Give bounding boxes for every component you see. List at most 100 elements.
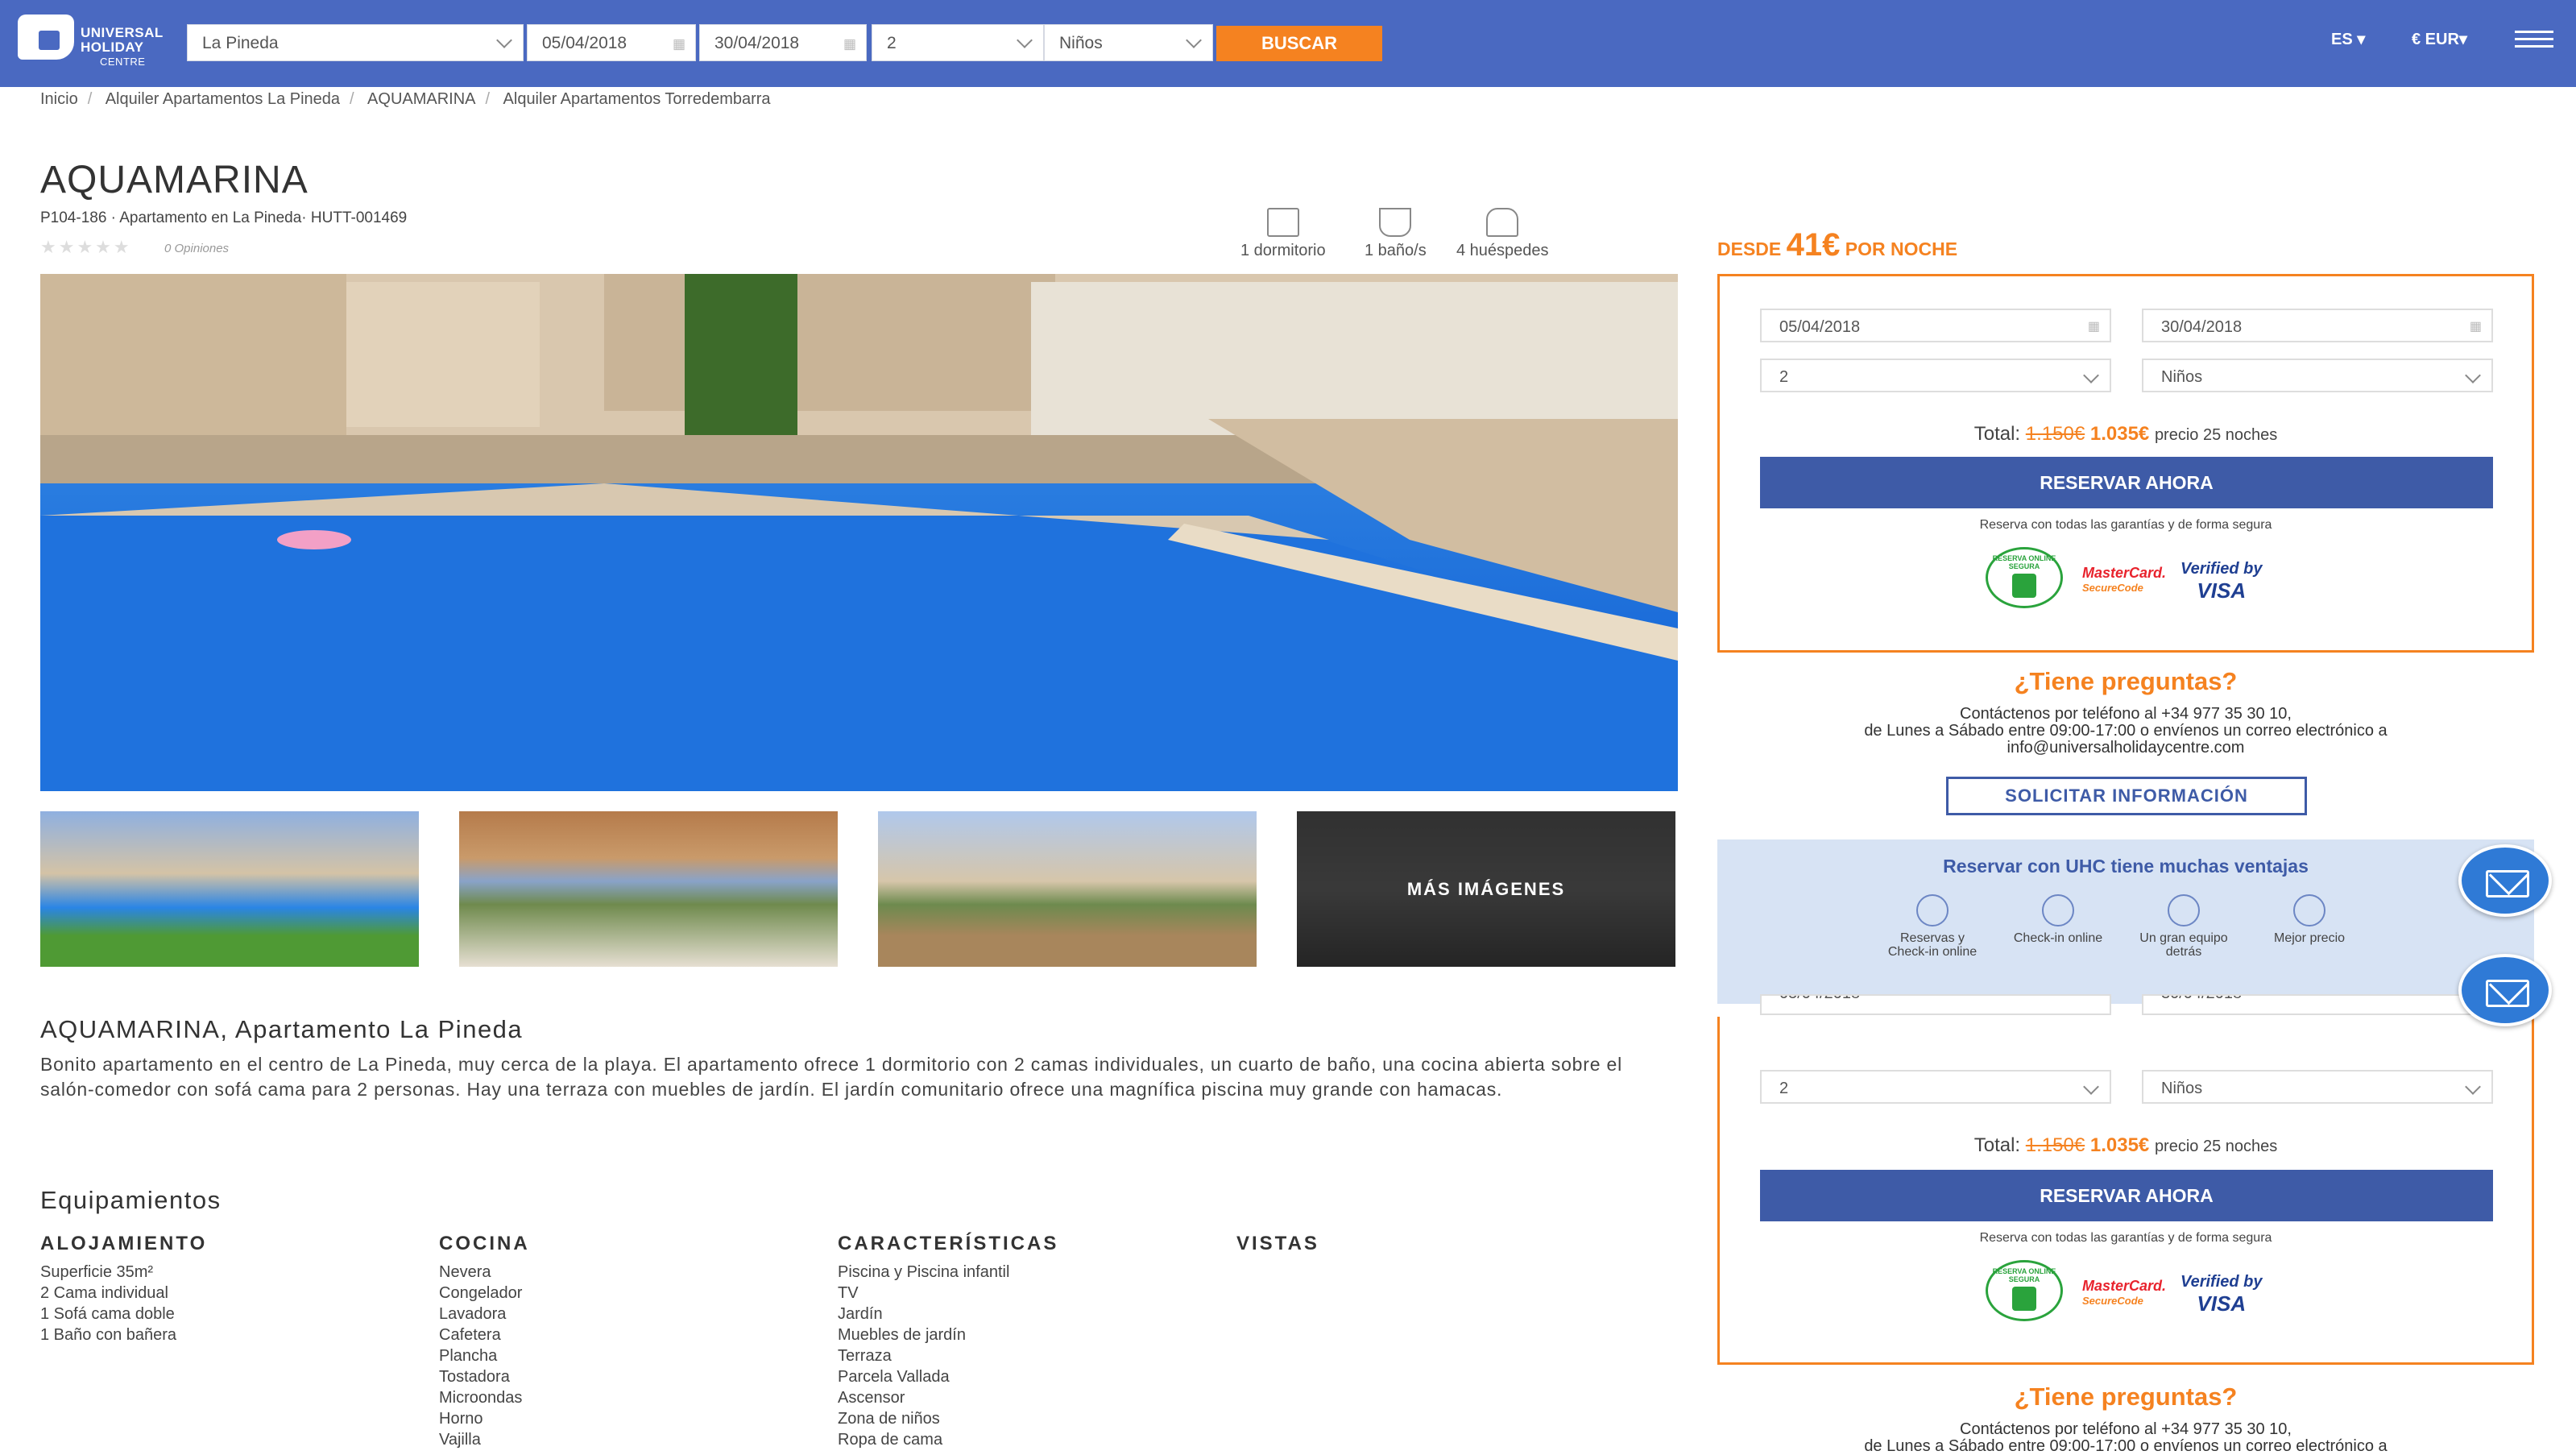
feature-bathrooms: 1 baño/s (1365, 208, 1427, 260)
amenity-item: 1 Baño con bañera (40, 1326, 177, 1344)
price-tag-icon (2293, 894, 2325, 926)
booking-checkin-value: 05/04/2018 (1779, 318, 1861, 336)
booking-adults-select[interactable]: 2 (1760, 1070, 2111, 1104)
email-contact-button[interactable] (2458, 844, 2552, 917)
calendar-icon: ▦ (2087, 320, 2100, 334)
contact-section-repeat: ¿Tiene preguntas? Contáctenos por teléfo… (1717, 1382, 2534, 1455)
mastercard-securecode-logo: MasterCard. SecureCode (2082, 565, 2167, 594)
total-label: Total: (1973, 423, 2021, 445)
currency-value: € EUR (2412, 31, 2459, 48)
amenities-column-heading: ALOJAMIENTO (40, 1233, 208, 1254)
booking-checkin-field[interactable]: 05/04/2018 ▦ (1760, 309, 2111, 342)
booking-total: Total: 1.150€ 1.035€ precio 25 noches (1720, 1134, 2532, 1157)
reserve-now-button[interactable]: RESERVAR AHORA (1760, 1170, 2493, 1221)
checkout-date-field[interactable]: 30/04/2018 ▦ (699, 24, 867, 61)
booking-children-select[interactable]: Niños (2142, 1070, 2493, 1104)
amenity-item: Muebles de jardín (838, 1326, 966, 1344)
breadcrumb-link-aquamarina[interactable]: AQUAMARINA (367, 90, 475, 108)
amenities-column-heading: VISTAS (1236, 1233, 1319, 1254)
breadcrumb-link-torredembarra[interactable]: Alquiler Apartamentos Torredembarra (503, 90, 771, 108)
destination-value: La Pineda (202, 34, 279, 52)
feature-guests: 4 huéspedes (1456, 208, 1549, 260)
thumbnail-photo-2[interactable] (459, 811, 838, 967)
amenities-column-heading: COCINA (439, 1233, 530, 1254)
mastercard-securecode-logo: MasterCard. SecureCode (2082, 1278, 2167, 1307)
total-new-price: 1.035€ (2089, 423, 2150, 445)
booking-total: Total: 1.150€ 1.035€ precio 25 noches (1720, 423, 2532, 446)
booking-checkout-field[interactable]: 30/04/2018 (2142, 994, 2493, 1015)
children-select[interactable]: Niños (1044, 24, 1213, 61)
bathtub-icon (1379, 208, 1412, 237)
chevron-down-icon (1186, 32, 1202, 48)
universal-holiday-centre-logo[interactable]: UNIVERSAL HOLIDAY CENTRE (18, 15, 171, 71)
total-old-price: 1.150€ (2025, 423, 2085, 445)
amenity-item: Terraza (838, 1347, 892, 1365)
language-value: ES (2331, 31, 2353, 48)
amenity-item: Nevera (439, 1263, 491, 1281)
booking-children-select[interactable]: Niños (2142, 359, 2493, 392)
amenities-column-alojamiento: ALOJAMIENTO Superficie 35m² 2 Cama indiv… (40, 1233, 427, 1345)
secure-booking-text: Reserva con todas las garantías y de for… (1979, 518, 2272, 532)
amenity-item: 1 Sofá cama doble (40, 1305, 175, 1323)
thumbnail-photo-4[interactable]: MÁS IMÁGENES (1297, 811, 1675, 967)
hamburger-menu-icon[interactable] (2515, 31, 2553, 52)
booking-adults-value: 2 (1779, 1080, 1789, 1097)
price-prefix: DESDE (1717, 238, 1782, 259)
contact-section: ¿Tiene preguntas? Contáctenos por teléfo… (1717, 667, 2534, 757)
amenity-item: Cafetera (439, 1326, 501, 1344)
booking-checkout-field[interactable]: 30/04/2018 ▦ (2142, 309, 2493, 342)
amenities-column-heading: CARACTERÍSTICAS (838, 1233, 1059, 1254)
amenities-heading: Equipamientos (40, 1186, 222, 1214)
contact-line-email[interactable]: info@universalholidaycentre.com (1717, 740, 2534, 757)
thumbnail-photo-1[interactable] (40, 811, 419, 967)
currency-dropdown[interactable]: € EUR▾ (2412, 29, 2467, 49)
envelope-icon (2486, 870, 2529, 897)
page-title: AQUAMARINA (40, 159, 309, 201)
breadcrumb-link-inicio[interactable]: Inicio (40, 90, 78, 108)
amenity-item: Piscina y Piscina infantil (838, 1263, 1010, 1281)
booking-checkin-field[interactable]: 05/04/2018 (1760, 994, 2111, 1015)
amenity-item: Parcela Vallada (838, 1368, 950, 1386)
chevron-down-icon (1017, 32, 1033, 48)
amenity-item: Lavadora (439, 1305, 507, 1323)
booking-children-value: Niños (2161, 368, 2203, 386)
reviews-count[interactable]: 0 Opiniones (164, 242, 229, 255)
destination-select[interactable]: La Pineda (187, 24, 524, 61)
checkout-date-value: 30/04/2018 (714, 34, 800, 52)
feature-guests-label: 4 huéspedes (1456, 242, 1549, 259)
more-images-button[interactable]: MÁS IMÁGENES (1297, 811, 1675, 967)
amenity-item: Zona de niños (838, 1410, 940, 1428)
reserve-now-button[interactable]: RESERVAR AHORA (1760, 457, 2493, 508)
calendar-icon: ▦ (672, 36, 685, 52)
email-contact-button-secondary[interactable] (2458, 954, 2552, 1026)
adults-value: 2 (887, 34, 897, 52)
booking-children-value: Niños (2161, 1080, 2203, 1097)
checkin-date-field[interactable]: 05/04/2018 ▦ (527, 24, 696, 61)
adults-select[interactable]: 2 (872, 24, 1044, 61)
breadcrumb-link-la-pineda[interactable]: Alquiler Apartamentos La Pineda (106, 90, 340, 108)
amenity-item: Congelador (439, 1284, 523, 1302)
contact-line-hours: de Lunes a Sábado entre 09:00-17:00 o en… (1864, 722, 2388, 740)
total-new-price: 1.035€ (2089, 1134, 2150, 1156)
price-suffix: POR NOCHE (1845, 238, 1958, 259)
main-property-photo[interactable] (40, 274, 1678, 791)
search-button[interactable]: BUSCAR (1216, 26, 1382, 61)
logo-text-centre: CENTRE (100, 56, 146, 68)
amenity-item: Ropa de cama (838, 1431, 943, 1449)
total-nights: precio 25 noches (2154, 1138, 2278, 1155)
booking-checkout-value: 30/04/2018 (2161, 996, 2242, 1002)
contact-line-phone: Contáctenos por teléfono al +34 977 35 3… (1960, 705, 2292, 723)
feature-bedrooms: 1 dormitorio (1240, 208, 1326, 260)
chevron-down-icon (2083, 1079, 2099, 1095)
booking-adults-select[interactable]: 2 (1760, 359, 2111, 392)
breadcrumb: Inicio / Alquiler Apartamentos La Pineda /… (40, 90, 771, 108)
thumbnail-photo-3[interactable] (878, 811, 1257, 967)
booking-box-sticky: 05/04/2018 30/04/2018 2 Niños Total: 1.1… (1717, 994, 2534, 1365)
verified-by-visa-logo: Verified by VISA (2180, 1273, 2263, 1316)
contact-title: ¿Tiene preguntas? (2014, 667, 2238, 695)
amenity-item: Ascensor (838, 1389, 905, 1407)
booking-adults-value: 2 (1779, 368, 1789, 386)
language-dropdown[interactable]: ES ▾ (2331, 29, 2365, 49)
request-info-button[interactable]: SOLICITAR INFORMACIÓN (1946, 777, 2307, 815)
amenity-item: Tostadora (439, 1368, 510, 1386)
